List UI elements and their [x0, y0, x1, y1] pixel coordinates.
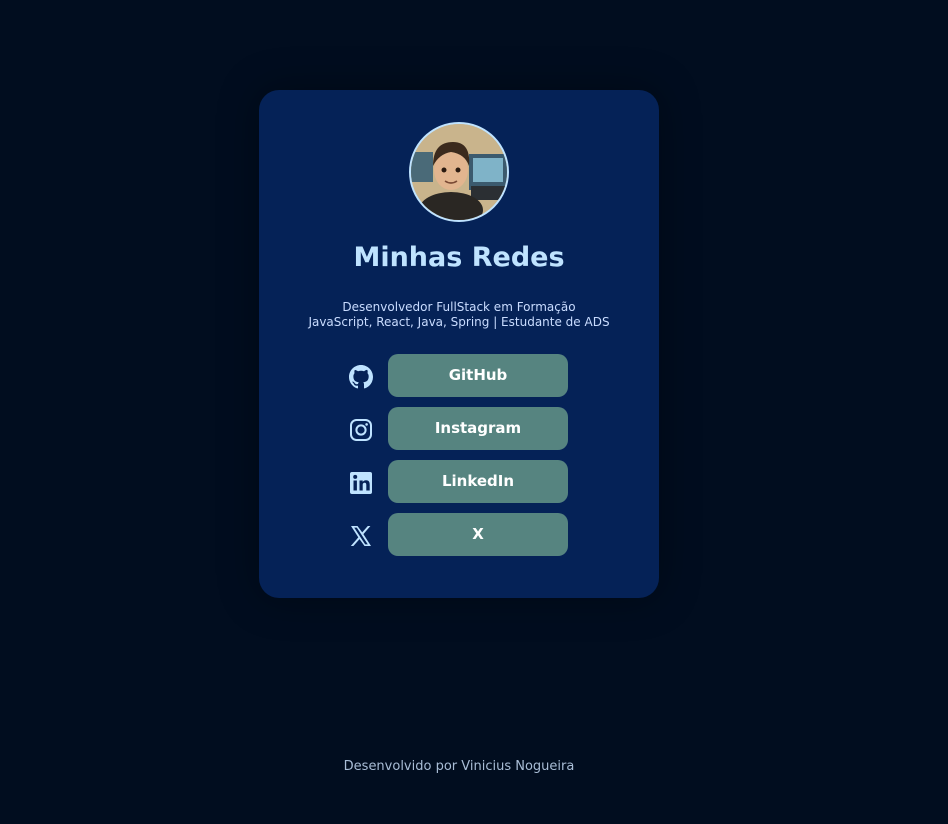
- link-row-github: GitHub: [349, 354, 569, 397]
- page: Minhas Redes Desenvolvedor FullStack em …: [0, 0, 948, 824]
- linkedin-icon: [349, 471, 373, 495]
- x-button[interactable]: X: [388, 513, 568, 556]
- footer-credit: Desenvolvido por Vinicius Nogueira: [343, 759, 575, 774]
- profile-card: Minhas Redes Desenvolvedor FullStack em …: [259, 90, 659, 598]
- linkedin-button[interactable]: LinkedIn: [388, 460, 568, 503]
- description-line: JavaScript, React, Java, Spring | Estuda…: [308, 315, 610, 329]
- link-row-linkedin: LinkedIn: [349, 460, 569, 503]
- profile-description: Desenvolvedor FullStack em Formação Java…: [259, 300, 659, 330]
- link-row-instagram: Instagram: [349, 407, 569, 450]
- github-button[interactable]: GitHub: [388, 354, 568, 397]
- social-links: GitHub Instagram LinkedIn X: [349, 354, 569, 566]
- github-icon: [349, 365, 373, 389]
- page-title: Minhas Redes: [353, 242, 565, 273]
- link-row-x: X: [349, 513, 569, 556]
- instagram-button[interactable]: Instagram: [388, 407, 568, 450]
- avatar: [409, 122, 509, 222]
- instagram-icon: [349, 418, 373, 442]
- x-icon: [349, 524, 373, 548]
- description-line: Desenvolvedor FullStack em Formação: [342, 300, 576, 314]
